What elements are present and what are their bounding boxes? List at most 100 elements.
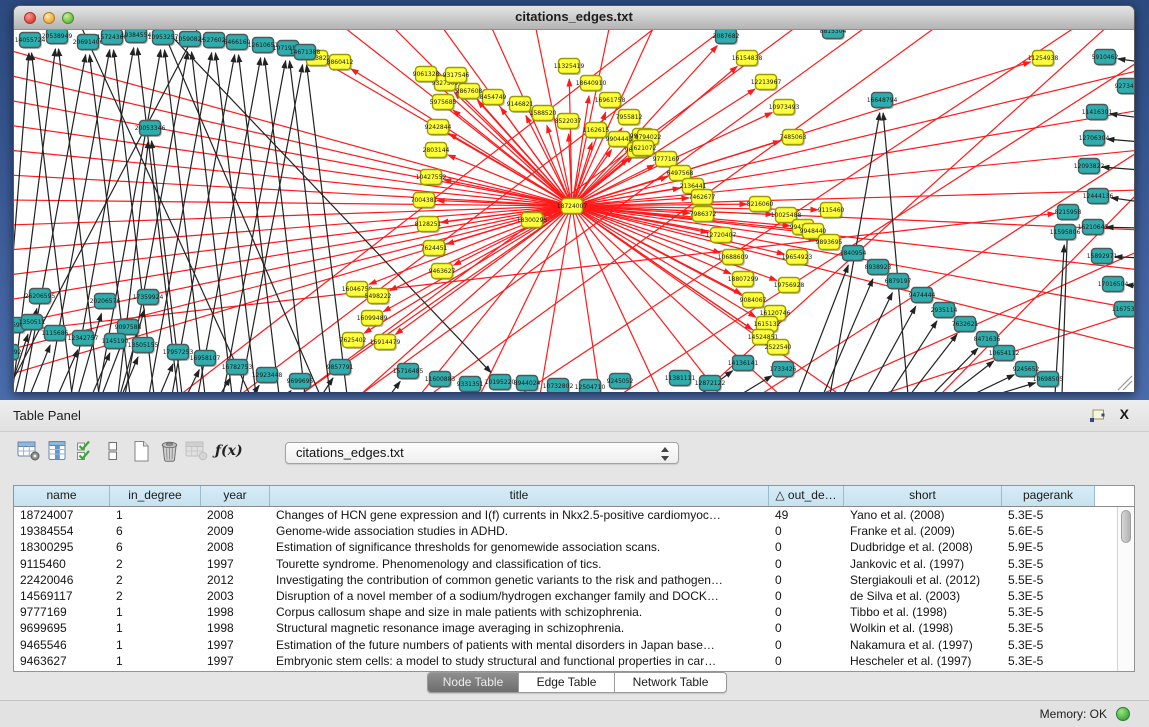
table-cell[interactable]: 2009	[201, 523, 270, 539]
toggle-views-icon[interactable]	[107, 440, 119, 467]
graph-node[interactable]: 8216060	[747, 197, 774, 214]
table-cell[interactable]: Embryonic stem cells: a model to study s…	[270, 653, 769, 669]
table-row[interactable]: 1938455462009Genome-wide association stu…	[14, 523, 1118, 539]
graph-node[interactable]: 12342757	[68, 331, 99, 348]
graph-node[interactable]: 16914479	[370, 335, 401, 352]
table-cell[interactable]: Estimation of the future numbers of pati…	[270, 637, 769, 653]
graph-node[interactable]: 10732802	[543, 379, 574, 393]
graph-node[interactable]: 19654923	[782, 250, 813, 267]
graph-node[interactable]: 1162615	[583, 123, 610, 140]
graph-node[interactable]: 7624451	[421, 241, 448, 258]
graph-edge[interactable]	[223, 61, 286, 392]
graph-node[interactable]: 1145190	[102, 334, 129, 351]
graph-node[interactable]: 7462677	[689, 190, 716, 207]
graph-node[interactable]: 10195220	[485, 375, 516, 392]
function-builder-icon[interactable]: ƒ(x)	[215, 443, 243, 459]
table-mode-icon[interactable]	[17, 440, 41, 467]
graph-edge[interactable]	[1118, 59, 1134, 62]
table-cell[interactable]: Tourette syndrome. Phenomenology and cla…	[270, 556, 769, 572]
table-cell[interactable]: 9463627	[14, 653, 110, 669]
graph-node[interactable]: 9317546	[443, 68, 470, 85]
table-cell[interactable]: Estimation of significance thresholds fo…	[270, 539, 769, 555]
graph-edge[interactable]	[287, 391, 291, 392]
table-cell[interactable]: 1997	[201, 653, 270, 669]
graph-node[interactable]: 1588520	[530, 106, 557, 123]
table-cell[interactable]: 2003	[201, 588, 270, 604]
graph-node[interactable]: 10688609	[718, 250, 749, 267]
graph-node[interactable]: 16782753	[222, 360, 253, 377]
graph-node[interactable]: 9857791	[327, 360, 354, 377]
graph-node[interactable]: 16210643	[1078, 220, 1109, 237]
table-cell[interactable]: Genome-wide association studies in ADHD.	[270, 523, 769, 539]
graph-node[interactable]: 11595806	[1050, 225, 1081, 242]
graph-node[interactable]: 9146821	[507, 97, 534, 114]
graph-node[interactable]: 9893695	[816, 235, 843, 252]
graph-node[interactable]: 17016504	[1098, 277, 1129, 294]
table-cell[interactable]: 5.3E-5	[1002, 637, 1095, 653]
graph-node[interactable]: 8938923	[865, 260, 892, 277]
graph-node[interactable]: 5910462	[1092, 50, 1119, 67]
table-row[interactable]: 1456911722003Disruption of a novel membe…	[14, 588, 1118, 604]
graph-node[interactable]: 1840954	[840, 246, 867, 263]
table-cell[interactable]: 0	[769, 637, 844, 653]
network-canvas[interactable]: 1872400711325419186409101696175879558129…	[14, 30, 1134, 392]
graph-edge[interactable]	[1102, 167, 1134, 170]
graph-edge[interactable]	[30, 345, 50, 392]
column-header-year[interactable]: year	[201, 486, 270, 506]
table-row[interactable]: 946554611997Estimation of the future num…	[14, 637, 1118, 653]
minimize-window-button[interactable]	[43, 12, 55, 24]
column-header-name[interactable]: name	[14, 486, 110, 506]
table-cell[interactable]: 0	[769, 604, 844, 620]
table-cell[interactable]: 1	[110, 507, 201, 523]
graph-node[interactable]: 18640910	[576, 76, 607, 93]
graph-edge[interactable]	[14, 206, 572, 225]
graph-node[interactable]: 2935114	[931, 303, 958, 320]
graph-edge[interactable]	[572, 206, 1134, 350]
table-cell[interactable]: 5.3E-5	[1002, 588, 1095, 604]
graph-node[interactable]: 12444136	[1083, 189, 1114, 206]
graph-node[interactable]: 12923448	[252, 368, 283, 385]
table-cell[interactable]: 0	[769, 556, 844, 572]
table-cell[interactable]: 5.6E-5	[1002, 523, 1095, 539]
graph-node[interactable]: 9245052	[607, 374, 634, 391]
graph-node[interactable]: 1167530	[1112, 302, 1134, 319]
graph-node[interactable]: 7632621	[952, 317, 979, 334]
table-cell[interactable]: Disruption of a novel member of a sodium…	[270, 588, 769, 604]
table-cell[interactable]: 5.3E-5	[1002, 556, 1095, 572]
column-header-title[interactable]: title	[270, 486, 769, 506]
graph-edge[interactable]	[1062, 225, 1068, 392]
graph-edge[interactable]	[572, 206, 600, 392]
table-cell[interactable]: 5.5E-5	[1002, 572, 1095, 588]
graph-node[interactable]: 10973493	[769, 100, 800, 117]
graph-node[interactable]: 8944024	[514, 376, 541, 393]
graph-node[interactable]: 20053346	[135, 121, 166, 138]
graph-node[interactable]: 1115686	[42, 326, 69, 343]
table-cell[interactable]: 9699695	[14, 620, 110, 636]
graph-node[interactable]: 16099489	[357, 311, 388, 328]
table-cell[interactable]: 9465546	[14, 637, 110, 653]
graph-node[interactable]: 9061328	[413, 67, 440, 84]
table-cell[interactable]: Investigating the contribution of common…	[270, 572, 769, 588]
graph-node[interactable]: 12213967	[751, 75, 782, 92]
table-cell[interactable]: Nakamura et al. (1997)	[844, 637, 1002, 653]
table-cell[interactable]: 6	[110, 539, 201, 555]
graph-node[interactable]: 16154838	[732, 51, 763, 68]
tab-node-table[interactable]: Node Table	[428, 673, 519, 692]
graph-node[interactable]: 10654112	[989, 346, 1020, 363]
table-cell[interactable]: 6	[110, 523, 201, 539]
table-row[interactable]: 1872400712008Changes of HCN gene express…	[14, 507, 1118, 523]
table-row[interactable]: 946362711997Embryonic stem cells: a mode…	[14, 653, 1118, 669]
table-cell[interactable]: Wolkin et al. (1998)	[844, 620, 1002, 636]
table-cell[interactable]: 22420046	[14, 572, 110, 588]
graph-node[interactable]: 20206576	[90, 294, 121, 311]
graph-node[interactable]: 1621072	[630, 141, 657, 158]
graph-edge[interactable]	[883, 113, 908, 392]
table-cell[interactable]: 5.3E-5	[1002, 653, 1095, 669]
table-row[interactable]: 911546021997Tourette syndrome. Phenomeno…	[14, 556, 1118, 572]
graph-edge[interactable]	[360, 206, 572, 392]
table-cell[interactable]: 9777169	[14, 604, 110, 620]
graph-node[interactable]: 12872122	[695, 376, 726, 393]
graph-node[interactable]: 9115460	[818, 203, 845, 220]
table-cell[interactable]: 5.9E-5	[1002, 539, 1095, 555]
table-scrollbar[interactable]	[1117, 507, 1134, 671]
